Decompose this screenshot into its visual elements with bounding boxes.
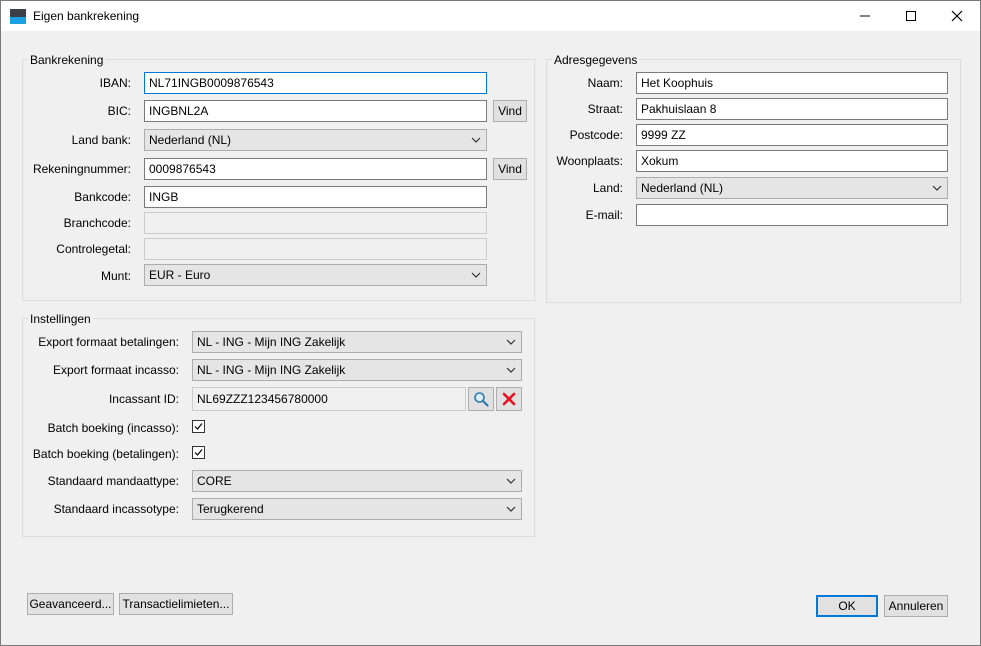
- minimize-icon: [860, 15, 870, 17]
- iban-field[interactable]: NL71INGB0009876543: [144, 72, 487, 94]
- incassant-search-button[interactable]: [468, 387, 494, 411]
- branchcode-field: [144, 212, 487, 234]
- chevron-down-icon: [506, 367, 516, 373]
- dialog-window: Eigen bankrekening Bankrekening IBAN: NL…: [0, 0, 981, 646]
- mandaattype-value: CORE: [197, 474, 232, 488]
- export-betalingen-label: Export formaat betalingen:: [38, 335, 179, 349]
- chevron-down-icon: [506, 506, 516, 512]
- naam-label: Naam:: [587, 76, 623, 90]
- incassotype-select[interactable]: Terugkerend: [192, 498, 522, 520]
- export-incasso-select[interactable]: NL - ING - Mijn ING Zakelijk: [192, 359, 522, 381]
- annuleren-button[interactable]: Annuleren: [884, 595, 948, 617]
- munt-select[interactable]: EUR - Euro: [144, 264, 487, 286]
- land-bank-value: Nederland (NL): [149, 133, 232, 147]
- controlegetal-label: Controlegetal:: [56, 242, 131, 256]
- land-value: Nederland (NL): [641, 181, 724, 195]
- batch-betalingen-checkbox[interactable]: [192, 446, 205, 459]
- incassotype-label: Standaard incassotype:: [53, 502, 179, 516]
- rekeningnummer-vind-button[interactable]: Vind: [493, 158, 527, 180]
- chevron-down-icon: [506, 339, 516, 345]
- export-incasso-label: Export formaat incasso:: [52, 363, 179, 377]
- munt-value: EUR - Euro: [149, 268, 211, 282]
- export-betalingen-value: NL - ING - Mijn ING Zakelijk: [197, 335, 346, 349]
- app-icon: [10, 9, 26, 24]
- munt-label: Munt:: [100, 269, 131, 283]
- email-label: E-mail:: [585, 208, 623, 222]
- land-label: Land:: [592, 181, 623, 195]
- land-bank-label: Land bank:: [71, 133, 131, 147]
- controlegetal-field: [144, 238, 487, 260]
- export-betalingen-select[interactable]: NL - ING - Mijn ING Zakelijk: [192, 331, 522, 353]
- maximize-icon: [906, 11, 916, 21]
- straat-field[interactable]: Pakhuislaan 8: [636, 98, 948, 120]
- ok-button[interactable]: OK: [816, 595, 878, 617]
- chevron-down-icon: [506, 478, 516, 484]
- delete-icon: [502, 392, 516, 406]
- bic-field[interactable]: INGBNL2A: [144, 100, 487, 122]
- bic-label: BIC:: [107, 104, 131, 118]
- batch-betalingen-label: Batch boeking (betalingen):: [32, 447, 179, 461]
- rekeningnummer-field[interactable]: 0009876543: [144, 158, 487, 180]
- land-select[interactable]: Nederland (NL): [636, 177, 948, 199]
- iban-label: IBAN:: [99, 76, 131, 90]
- rekeningnummer-label: Rekeningnummer:: [32, 162, 131, 176]
- mandaattype-label: Standaard mandaattype:: [47, 474, 179, 488]
- mandaattype-select[interactable]: CORE: [192, 470, 522, 492]
- bankcode-field[interactable]: INGB: [144, 186, 487, 208]
- incassotype-value: Terugkerend: [197, 502, 264, 516]
- export-incasso-value: NL - ING - Mijn ING Zakelijk: [197, 363, 346, 377]
- minimize-button[interactable]: [842, 1, 888, 31]
- chevron-down-icon: [471, 272, 481, 278]
- naam-field[interactable]: Het Koophuis: [636, 72, 948, 94]
- email-field[interactable]: [636, 204, 948, 226]
- bankcode-label: Bankcode:: [74, 190, 131, 204]
- window-title: Eigen bankrekening: [33, 9, 140, 23]
- title-bar: Eigen bankrekening: [1, 1, 980, 31]
- postcode-field[interactable]: 9999 ZZ: [636, 124, 948, 146]
- woonplaats-field[interactable]: Xokum: [636, 150, 948, 172]
- chevron-down-icon: [932, 185, 942, 191]
- close-icon: [951, 10, 963, 22]
- group-label-adresgegevens: Adresgegevens: [552, 53, 640, 67]
- branchcode-label: Branchcode:: [63, 216, 131, 230]
- woonplaats-label: Woonplaats:: [556, 154, 624, 168]
- bic-vind-button[interactable]: Vind: [493, 100, 527, 122]
- incassant-label: Incassant ID:: [108, 392, 179, 406]
- chevron-down-icon: [471, 137, 481, 143]
- straat-label: Straat:: [587, 102, 623, 116]
- batch-incasso-checkbox[interactable]: [192, 420, 205, 433]
- group-label-instellingen: Instellingen: [28, 312, 93, 326]
- group-label-bankrekening: Bankrekening: [28, 53, 106, 67]
- close-button[interactable]: [934, 1, 980, 31]
- check-icon: [194, 423, 203, 430]
- incassant-delete-button[interactable]: [496, 387, 522, 411]
- geavanceerd-button[interactable]: Geavanceerd...: [27, 593, 114, 615]
- search-icon: [474, 392, 489, 407]
- postcode-label: Postcode:: [569, 128, 623, 142]
- batch-incasso-label: Batch boeking (incasso):: [47, 421, 179, 435]
- land-bank-select[interactable]: Nederland (NL): [144, 129, 487, 151]
- maximize-button[interactable]: [888, 1, 934, 31]
- check-icon: [194, 449, 203, 456]
- incassant-field[interactable]: NL69ZZZ123456780000: [192, 387, 466, 411]
- transactielimieten-button[interactable]: Transactielimieten...: [119, 593, 233, 615]
